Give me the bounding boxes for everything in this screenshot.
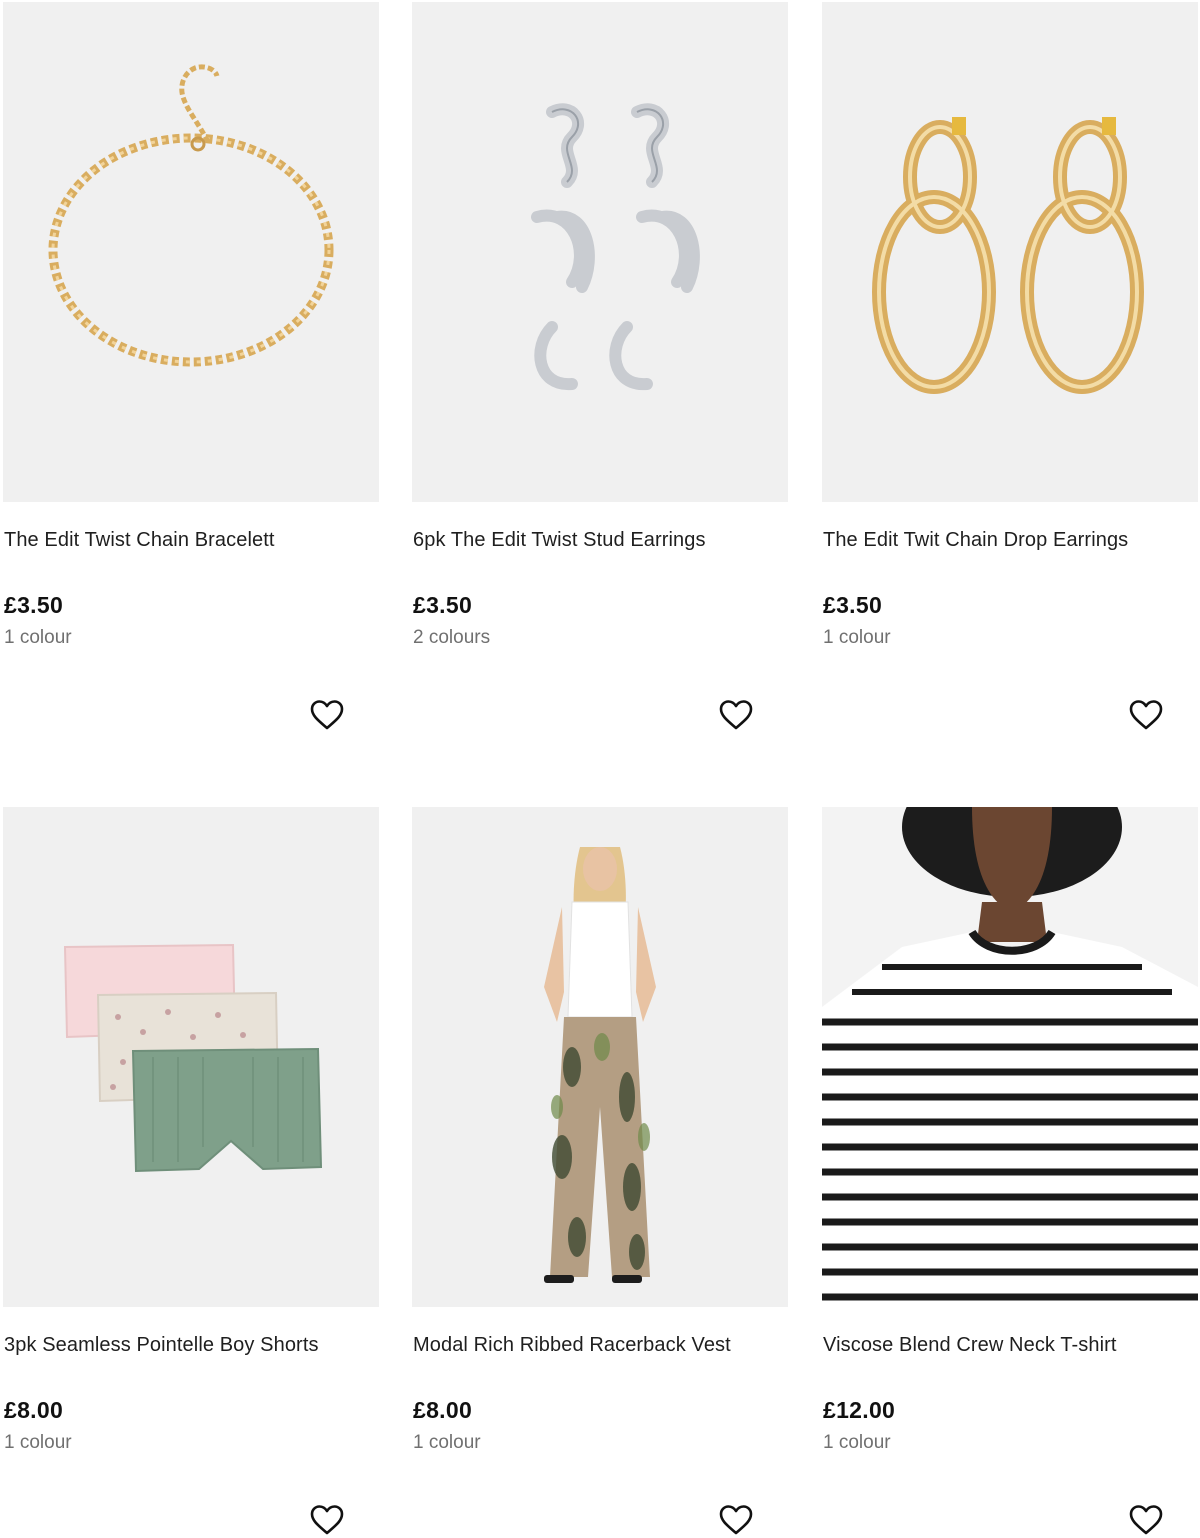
product-price: £8.00 [4,1397,64,1423]
heart-outline-icon [310,1505,344,1535]
product-title[interactable]: 6pk The Edit Twist Stud Earrings [413,528,706,552]
product-card[interactable]: 3pk Seamless Pointelle Boy Shorts £8.00 … [3,807,379,1535]
wishlist-button[interactable] [716,697,756,733]
product-image[interactable] [3,2,379,502]
silver-earrings-set-image [412,2,788,502]
product-title[interactable]: 3pk Seamless Pointelle Boy Shorts [4,1333,319,1357]
product-colours: 1 colour [823,627,891,648]
product-card[interactable]: The Edit Twist Chain Bracelett £3.50 1 c… [3,2,379,730]
product-title[interactable]: The Edit Twist Chain Bracelett [4,528,275,552]
product-image[interactable] [822,807,1198,1307]
product-card[interactable]: Modal Rich Ribbed Racerback Vest £8.00 1… [412,807,788,1535]
product-image[interactable] [3,807,379,1307]
product-price: £3.50 [823,592,883,618]
product-colours: 1 colour [823,1432,891,1453]
striped-tshirt-image [822,807,1198,1307]
product-image[interactable] [822,2,1198,502]
heart-outline-icon [719,1505,753,1535]
product-title[interactable]: The Edit Twit Chain Drop Earrings [823,528,1128,552]
product-image[interactable] [412,2,788,502]
gold-chain-bracelet-image [3,2,379,502]
heart-outline-icon [719,700,753,730]
product-title[interactable]: Viscose Blend Crew Neck T-shirt [823,1333,1117,1357]
product-colours: 1 colour [413,1432,481,1453]
product-card[interactable]: Viscose Blend Crew Neck T-shirt £12.00 1… [822,807,1198,1535]
product-grid: The Edit Twist Chain Bracelett £3.50 1 c… [0,0,1200,1538]
product-price: £12.00 [823,1397,896,1423]
model-vest-trousers-image [412,807,788,1307]
product-price: £3.50 [4,592,64,618]
heart-outline-icon [1129,700,1163,730]
product-image[interactable] [412,807,788,1307]
heart-outline-icon [310,700,344,730]
wishlist-button[interactable] [307,697,347,733]
gold-drop-earrings-image [822,2,1198,502]
product-colours: 1 colour [4,627,72,648]
wishlist-button[interactable] [307,1502,347,1538]
boy-shorts-image [3,807,379,1307]
product-title[interactable]: Modal Rich Ribbed Racerback Vest [413,1333,731,1357]
product-colours: 2 colours [413,627,491,648]
product-card[interactable]: The Edit Twit Chain Drop Earrings £3.50 … [822,2,1198,730]
heart-outline-icon [1129,1505,1163,1535]
product-colours: 1 colour [4,1432,72,1453]
product-price: £8.00 [413,1397,473,1423]
wishlist-button[interactable] [1126,1502,1166,1538]
wishlist-button[interactable] [1126,697,1166,733]
wishlist-button[interactable] [716,1502,756,1538]
product-price: £3.50 [413,592,473,618]
product-card[interactable]: 6pk The Edit Twist Stud Earrings £3.50 2… [412,2,788,730]
